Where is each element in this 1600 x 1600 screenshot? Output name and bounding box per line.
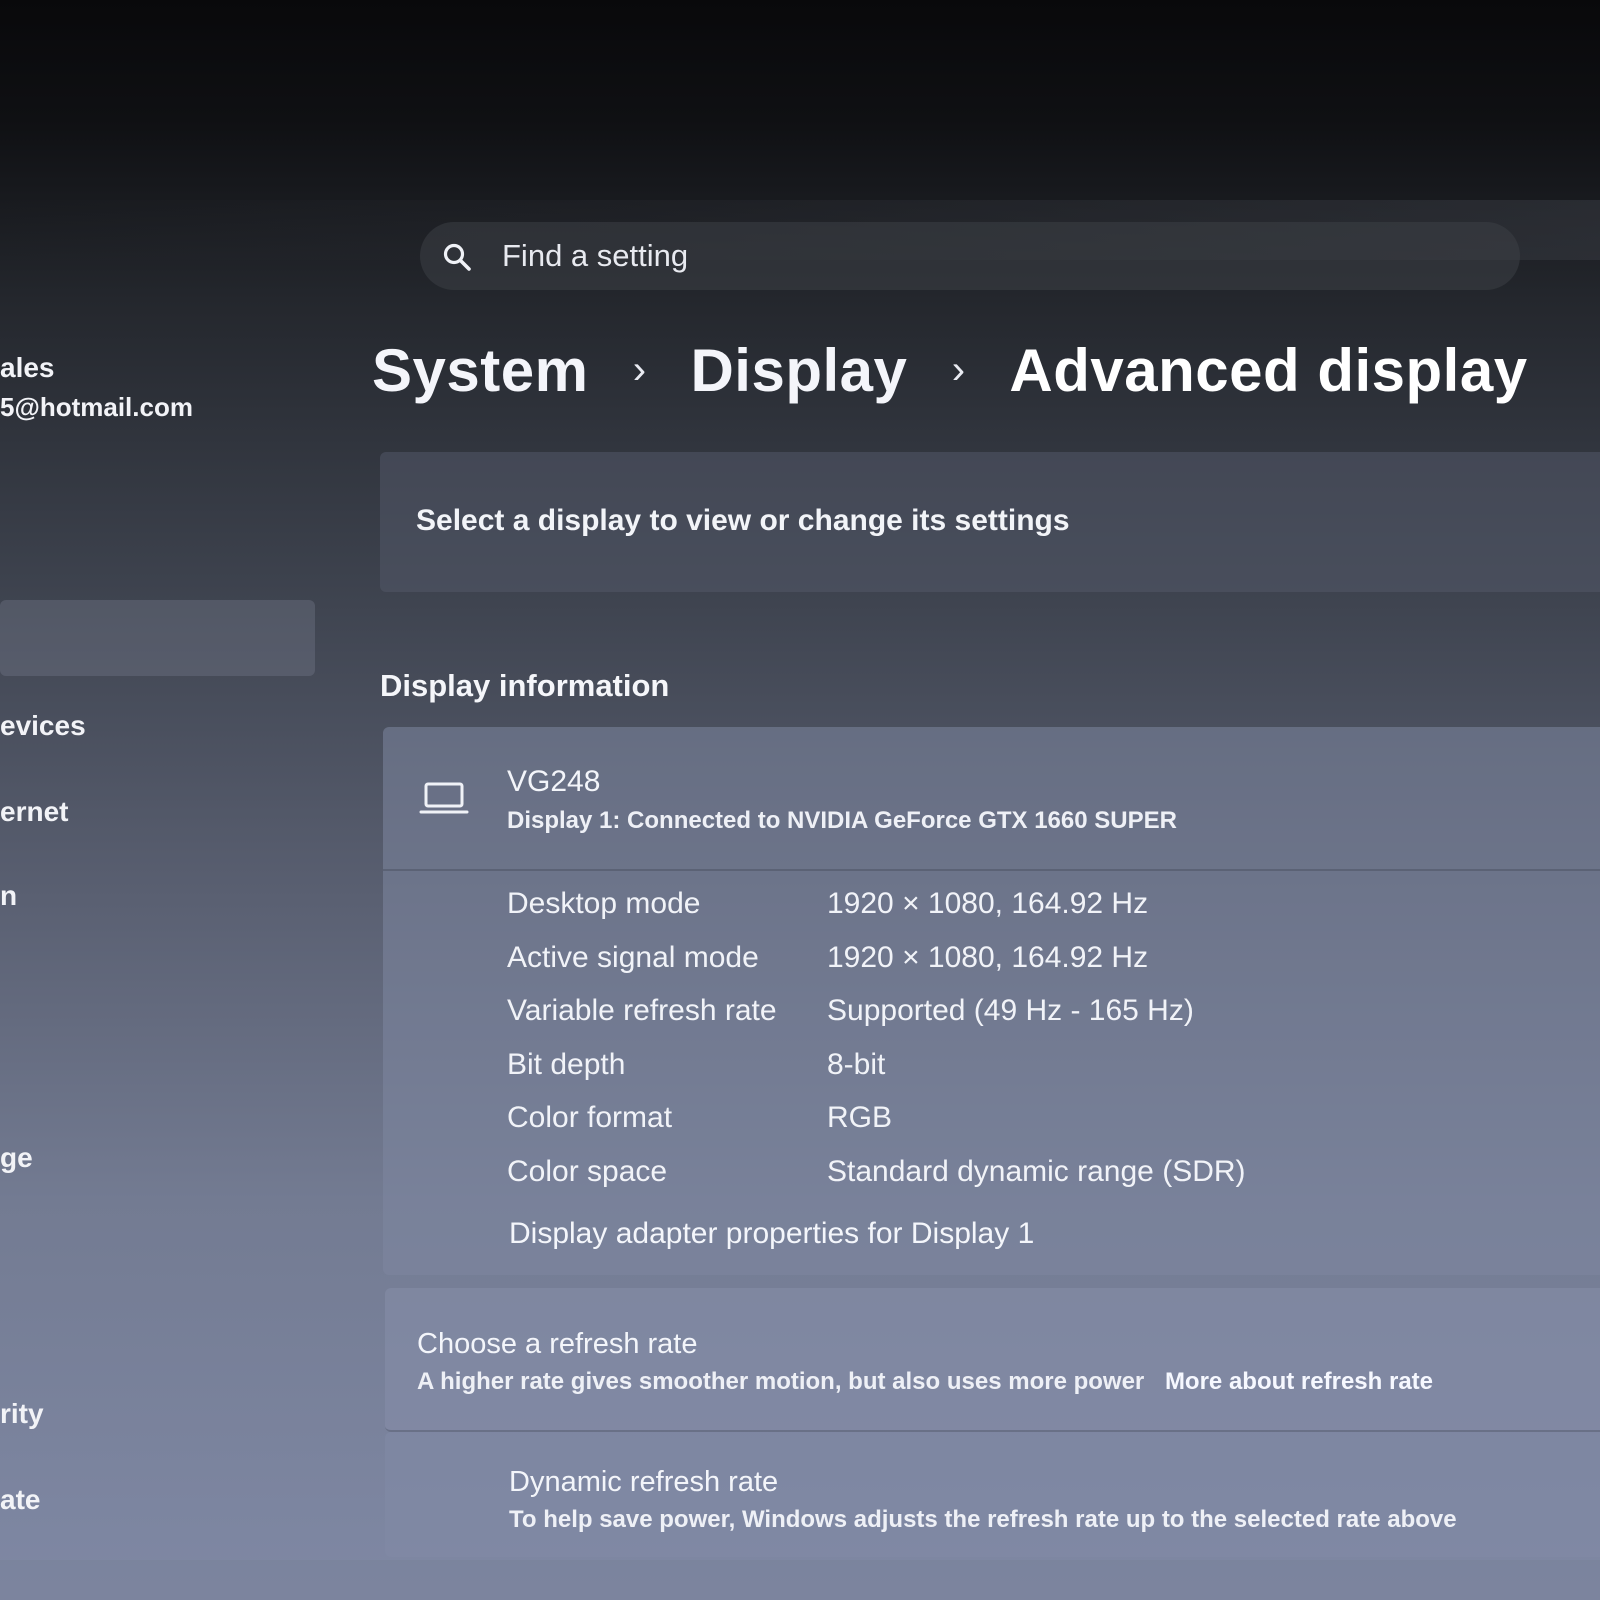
section-title-display-information: Display information [380,668,670,703]
account-email: 5@hotmail.com [0,392,193,422]
sidebar-item-privacy-security[interactable]: rity [0,1398,44,1430]
refresh-rate-description-text: A higher rate gives smoother motion, but… [417,1368,1145,1395]
info-key: Desktop mode [507,887,701,920]
display-name: VG248 [507,765,601,798]
dynamic-refresh-rate-title: Dynamic refresh rate [509,1466,779,1498]
settings-window: ales 5@hotmail.com evices ernet n ge rit… [0,0,1600,1600]
breadcrumb: System › Display › Advanced display [372,330,1528,410]
chevron-right-icon: › [951,347,966,392]
display-header: VG248 Display 1: Connected to NVIDIA GeF… [383,727,1600,871]
page-title: Advanced display [1009,336,1528,404]
sidebar-item-network-internet[interactable]: ernet [0,796,68,828]
refresh-rate-title: Choose a refresh rate [417,1328,698,1360]
breadcrumb-display[interactable]: Display [690,336,907,405]
select-display-card[interactable]: Select a display to view or change its s… [380,452,1600,592]
info-value: 1920 × 1080, 164.92 Hz [827,887,1149,920]
search-box[interactable]: Find a setting [420,222,1520,290]
info-value: 8-bit [827,1047,886,1081]
select-display-label: Select a display to view or change its s… [416,504,1070,537]
info-value: Supported (49 Hz - 165 Hz) [827,994,1194,1027]
search-icon [443,243,471,271]
bottom-shade [0,1560,1600,1600]
sidebar-item-personalization[interactable]: n [0,880,17,912]
breadcrumb-system[interactable]: System [372,336,588,405]
display-adapter-properties-link[interactable]: Display adapter properties for Display 1 [509,1217,1034,1251]
account-name: ales [0,352,55,383]
sidebar-item-selected[interactable] [0,600,315,676]
chevron-right-icon: › [632,347,647,392]
refresh-rate-description: A higher rate gives smoother motion, but… [417,1368,1433,1396]
info-key: Active signal mode [507,940,759,974]
dynamic-refresh-rate-description: To help save power, Windows adjusts the … [509,1506,1457,1533]
info-value: 1920 × 1080, 164.92 Hz [827,940,1149,974]
search-input[interactable]: Find a setting [502,238,688,274]
laptop-icon [419,782,469,814]
info-key: Bit depth [507,1047,626,1081]
more-about-refresh-rate-link[interactable]: More about refresh rate [1165,1368,1433,1395]
info-value: Standard dynamic range (SDR) [827,1154,1246,1188]
info-key: Variable refresh rate [507,994,777,1027]
info-key: Color space [507,1154,668,1188]
sidebar-item-language[interactable]: ge [0,1142,33,1174]
sidebar-item-windows-update[interactable]: ate [0,1484,40,1516]
info-key: Color format [507,1101,673,1134]
display-information-card: VG248 Display 1: Connected to NVIDIA GeF… [383,727,1600,1275]
dynamic-refresh-rate-card[interactable]: Dynamic refresh rate To help save power,… [385,1432,1600,1557]
refresh-rate-card[interactable]: Choose a refresh rate A higher rate give… [385,1288,1600,1432]
info-value: RGB [827,1101,893,1134]
display-connection: Display 1: Connected to NVIDIA GeForce G… [507,807,1177,834]
sidebar-item-devices[interactable]: evices [0,710,86,742]
